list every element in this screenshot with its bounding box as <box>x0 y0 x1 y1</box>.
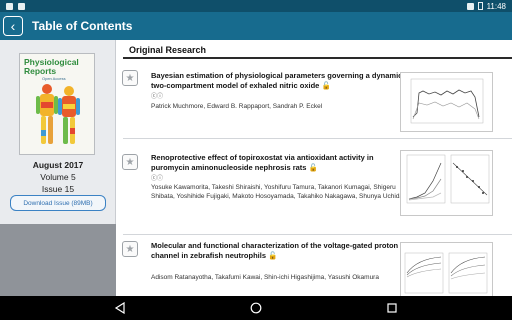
cover-subtitle: Open Access <box>42 76 66 81</box>
nav-recents-button[interactable] <box>384 300 400 316</box>
license-badges: ⓒⓘ <box>151 94 164 100</box>
article-authors: Adisom Ratanayotha, Takafumi Kawai, Shin… <box>151 274 379 281</box>
android-icon <box>18 2 25 10</box>
back-button[interactable]: ‹ <box>3 16 23 36</box>
nav-back-button[interactable] <box>112 300 128 316</box>
license-badges: ⓒⓘ <box>151 176 164 182</box>
open-access-icon: 🔓 <box>308 162 318 172</box>
cover-title: Physiological Reports <box>24 57 79 76</box>
row-divider <box>123 138 512 139</box>
star-icon: ★ <box>125 243 135 255</box>
nav-home-button[interactable] <box>248 300 264 316</box>
download-issue-button[interactable]: Download Issue (89MB) <box>10 195 106 211</box>
issue-volume: Volume 5 <box>40 172 76 182</box>
article-figure-thumbnail[interactable] <box>400 242 493 296</box>
signal-icon <box>466 2 474 10</box>
section-heading: Original Research <box>129 45 207 55</box>
circle-home-icon <box>250 302 262 314</box>
article-item[interactable]: ★ Molecular and functional characterizat… <box>117 240 512 296</box>
open-access-icon: 🔓 <box>321 80 331 90</box>
status-bar: 11:48 <box>0 0 512 12</box>
notification-icon <box>6 2 13 10</box>
page-title: Table of Contents <box>32 19 133 33</box>
favorite-star-button[interactable]: ★ <box>122 70 138 86</box>
article-figure-thumbnail[interactable] <box>400 150 493 216</box>
favorite-star-button[interactable]: ★ <box>122 154 138 170</box>
navigation-bar <box>0 296 512 320</box>
favorite-star-button[interactable]: ★ <box>122 241 138 257</box>
article-authors: Yosuke Kawamorita, Takeshi Shiraishi, Yo… <box>151 184 404 200</box>
sidebar-empty-area <box>0 224 116 296</box>
square-recents-icon <box>387 303 397 313</box>
battery-icon <box>477 2 483 10</box>
article-authors: Patrick Muchmore, Edward B. Rappaport, S… <box>151 103 323 110</box>
article-item[interactable]: ★ Bayesian estimation of physiological p… <box>117 66 512 138</box>
issue-date: August 2017 <box>32 160 84 170</box>
back-icon: ‹ <box>10 18 16 34</box>
triangle-back-icon <box>114 302 125 314</box>
issue-cover-image[interactable]: Physiological Reports Open Access <box>19 53 95 155</box>
article-title[interactable]: Bayesian estimation of physiological par… <box>151 71 406 90</box>
article-figure-thumbnail[interactable] <box>400 72 493 132</box>
star-icon: ★ <box>125 72 135 84</box>
section-divider <box>123 57 512 59</box>
row-divider <box>123 234 512 235</box>
issue-sidebar: Physiological Reports Open Access August… <box>0 40 116 296</box>
issue-number: Issue 15 <box>41 184 75 194</box>
article-title[interactable]: Renoprotective effect of topiroxostat vi… <box>151 153 406 172</box>
article-list[interactable]: Original Research ★ Bayesian estimation … <box>117 40 512 296</box>
open-access-icon: 🔓 <box>268 250 278 260</box>
article-item[interactable]: ★ Renoprotective effect of topiroxostat … <box>117 146 512 232</box>
cover-figures-illustration <box>36 84 80 144</box>
star-icon: ★ <box>125 156 135 168</box>
article-title[interactable]: Molecular and functional characterizatio… <box>151 241 406 260</box>
app-bar: ‹ Table of Contents <box>0 12 512 40</box>
clock: 11:48 <box>486 1 506 11</box>
